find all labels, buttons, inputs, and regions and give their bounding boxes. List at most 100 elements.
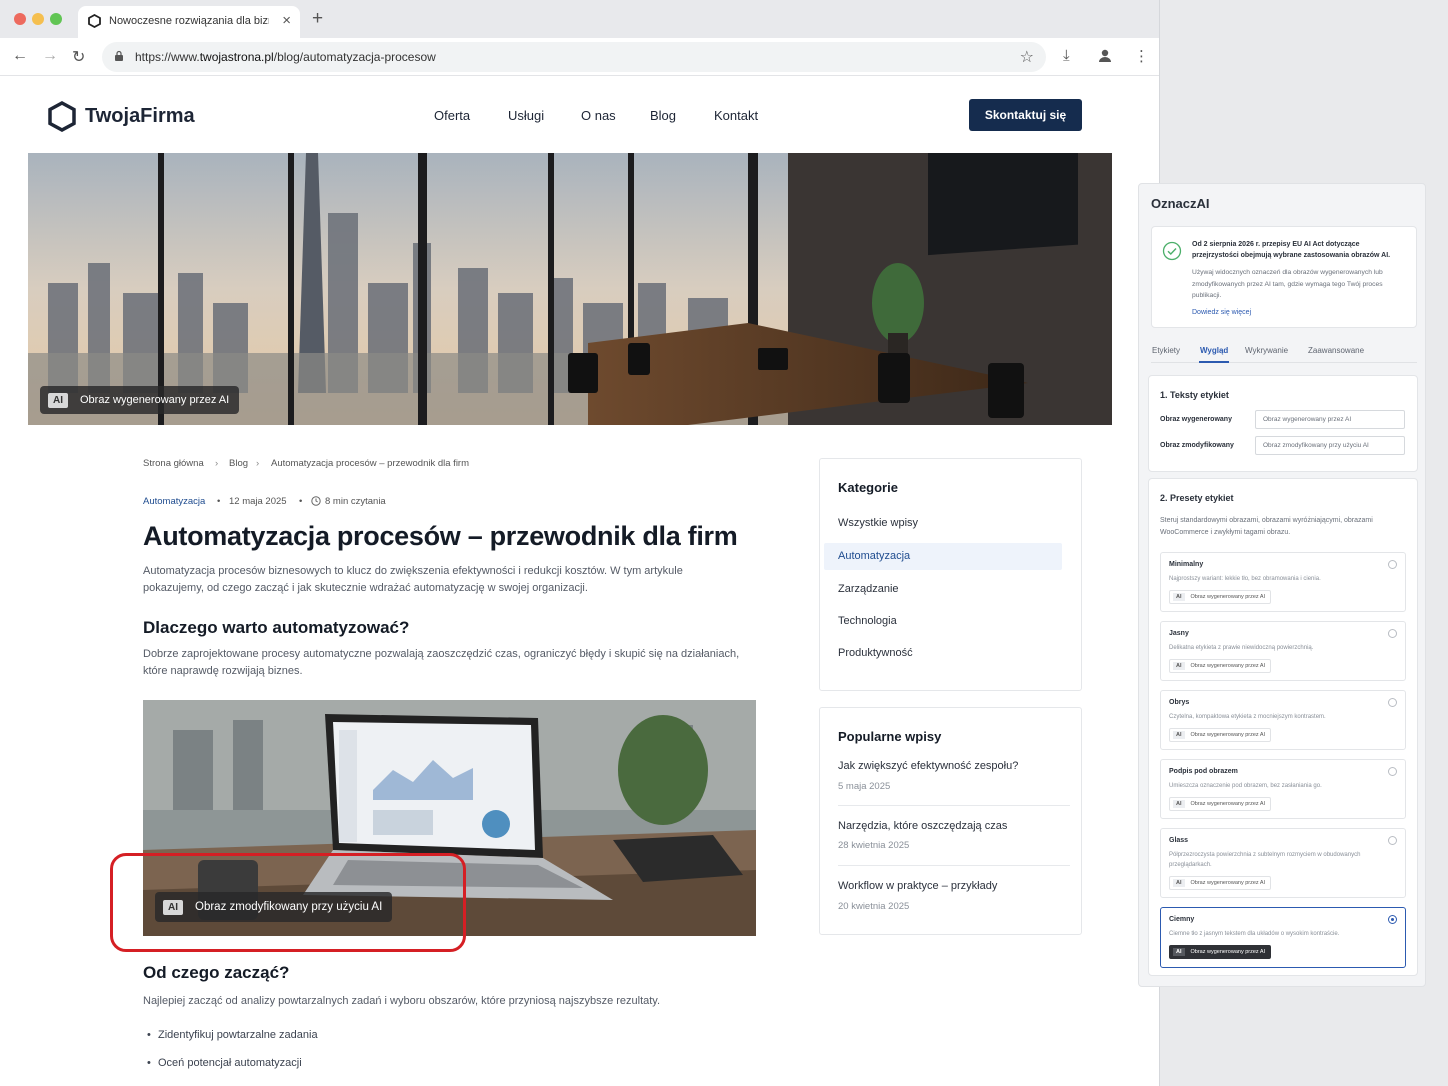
reload-icon[interactable]: ↻ bbox=[72, 47, 85, 67]
section-title: 2. Presety etykiet bbox=[1160, 493, 1234, 503]
close-window-button[interactable] bbox=[14, 13, 26, 25]
article-date: 12 maja 2025 bbox=[229, 496, 287, 507]
tab-title: Nowoczesne rozwiązania dla biznesu bbox=[109, 15, 269, 27]
divider bbox=[838, 865, 1070, 866]
browser-tab[interactable]: Nowoczesne rozwiązania dla biznesu × bbox=[78, 6, 300, 38]
clock-icon bbox=[311, 496, 321, 506]
highlight-annotation bbox=[110, 853, 466, 952]
popular-post-title[interactable]: Workflow w praktyce – przykłady bbox=[838, 880, 997, 892]
modified-text-input[interactable]: Obraz zmodyfikowany przy użyciu AI bbox=[1255, 436, 1405, 455]
preset-description: Ciemne tło z jasnym tekstem dla układów … bbox=[1169, 931, 1340, 937]
preset-description: Półprzezroczysta powierzchnia z subtelny… bbox=[1169, 852, 1361, 868]
breadcrumb-separator: › bbox=[215, 458, 219, 469]
new-tab-icon[interactable]: + bbox=[312, 8, 323, 30]
more-menu-icon[interactable]: ⋮ bbox=[1134, 47, 1149, 65]
active-tab-indicator bbox=[1199, 361, 1229, 363]
article-lead: Automatyzacja procesów biznesowych to kl… bbox=[143, 565, 683, 594]
category-item[interactable]: Produktywność bbox=[838, 647, 913, 659]
eu-ai-act-notice: Od 2 sierpnia 2026 r. przepisy EU AI Act… bbox=[1151, 226, 1417, 328]
notice-text: Używaj widocznych oznaczeń dla obrazów w… bbox=[1192, 269, 1383, 299]
address-bar[interactable]: https://www.twojastrona.pl/blog/automaty… bbox=[102, 42, 1046, 72]
category-item[interactable]: Zarządzanie bbox=[838, 583, 899, 595]
popular-post-title[interactable]: Narzędzia, które oszczędzają czas bbox=[838, 820, 1007, 832]
back-arrow-icon[interactable]: ← bbox=[12, 47, 28, 65]
nav-blog[interactable]: Blog bbox=[650, 108, 676, 123]
preset-radio[interactable] bbox=[1388, 767, 1397, 776]
preset-radio[interactable] bbox=[1388, 629, 1397, 638]
tab-zaawansowane[interactable]: Zaawansowane bbox=[1308, 346, 1364, 355]
popular-post-title[interactable]: Jak zwiększyć efektywność zespołu? bbox=[838, 760, 1018, 772]
section-heading-why: Dlaczego warto automatyzować? bbox=[143, 618, 410, 637]
breadcrumb-current: Automatyzacja procesów – przewodnik dla … bbox=[271, 458, 470, 469]
minimize-window-button[interactable] bbox=[32, 13, 44, 25]
preset-radio[interactable] bbox=[1388, 698, 1397, 707]
preset-card[interactable]: Jasny Delikatna etykieta z prawie niewid… bbox=[1160, 621, 1406, 681]
browser-toolbar: ← → ↻ https://www.twojastrona.pl/blog/au… bbox=[0, 38, 1159, 76]
logo-icon[interactable] bbox=[48, 101, 76, 132]
preset-badge-preview: AI Obraz wygenerowany przez AI bbox=[1169, 590, 1272, 604]
hero-illustration bbox=[28, 153, 1112, 425]
browser-window: Nowoczesne rozwiązania dla biznesu × + ←… bbox=[0, 0, 1160, 1086]
categories-card: Kategorie Wszystkie wpisy Automatyzacja … bbox=[819, 458, 1082, 691]
preset-badge-preview: AI Obraz wygenerowany przez AI bbox=[1169, 659, 1272, 673]
breadcrumb-blog[interactable]: Blog bbox=[229, 458, 248, 469]
preset-description: Delikatna etykieta z prawie niewidoczną … bbox=[1169, 645, 1314, 651]
preset-name: Minimalny bbox=[1169, 561, 1204, 568]
generated-text-input[interactable]: Obraz wygenerowany przez AI bbox=[1255, 410, 1405, 429]
article-title: Automatyzacja procesów – przewodnik dla … bbox=[143, 521, 738, 551]
preset-description: Najprostszy wariant: lekkie tło, bez obr… bbox=[1169, 576, 1321, 582]
category-item-active[interactable]: Automatyzacja bbox=[838, 550, 910, 562]
logo-text[interactable]: TwojaFirma bbox=[85, 105, 195, 128]
nav-oferta[interactable]: Oferta bbox=[434, 108, 470, 123]
tab-wyglad[interactable]: Wygląd bbox=[1200, 346, 1228, 355]
preset-card[interactable]: Minimalny Najprostszy wariant: lekkie tł… bbox=[1160, 552, 1406, 612]
generated-label: Obraz wygenerowany bbox=[1160, 416, 1232, 423]
ai-generated-badge: AI Obraz wygenerowany przez AI bbox=[40, 386, 240, 414]
categories-title: Kategorie bbox=[838, 480, 898, 495]
preset-description: Umieszcza oznaczenie pod obrazem, bez za… bbox=[1169, 783, 1322, 789]
popular-post-date: 28 kwietnia 2025 bbox=[838, 840, 910, 851]
profile-icon[interactable] bbox=[1097, 48, 1113, 64]
popular-post-date: 20 kwietnia 2025 bbox=[838, 901, 910, 912]
download-icon[interactable]: ⤓ bbox=[1063, 47, 1070, 64]
url-text: https://www.twojastrona.pl/blog/automaty… bbox=[135, 50, 436, 64]
popular-posts-card: Popularne wpisy Jak zwiększyć efektywnoś… bbox=[819, 707, 1082, 935]
tab-etykiety[interactable]: Etykiety bbox=[1152, 346, 1180, 355]
nav-kontakt[interactable]: Kontakt bbox=[714, 108, 758, 123]
breadcrumb-home[interactable]: Strona główna bbox=[143, 458, 204, 469]
hero-image: AI Obraz wygenerowany przez AI bbox=[28, 153, 1112, 425]
section-title: 1. Teksty etykiet bbox=[1160, 390, 1229, 400]
maximize-window-button[interactable] bbox=[50, 13, 62, 25]
preset-card-selected[interactable]: Ciemny Ciemne tło z jasnym tekstem dla u… bbox=[1160, 907, 1406, 968]
contact-button[interactable]: Skontaktuj się bbox=[969, 99, 1082, 131]
preset-radio[interactable] bbox=[1388, 560, 1397, 569]
nav-uslugi[interactable]: Usługi bbox=[508, 108, 544, 123]
preset-name: Podpis pod obrazem bbox=[1169, 768, 1238, 775]
tab-close-icon[interactable]: × bbox=[282, 12, 291, 29]
preset-card[interactable]: Glass Półprzezroczysta powierzchnia z su… bbox=[1160, 828, 1406, 898]
preset-name: Ciemny bbox=[1169, 916, 1195, 923]
preset-name: Glass bbox=[1169, 837, 1189, 844]
tab-wykrywanie[interactable]: Wykrywanie bbox=[1245, 346, 1288, 355]
article-category-link[interactable]: Automatyzacja bbox=[143, 496, 205, 507]
ai-badge-text: Obraz wygenerowany przez AI bbox=[80, 394, 230, 406]
tabs-divider bbox=[1151, 362, 1417, 363]
learn-more-link[interactable]: Dowiedz się więcej bbox=[1192, 309, 1251, 316]
preset-radio-selected[interactable] bbox=[1388, 915, 1397, 924]
bookmark-star-icon[interactable]: ☆ bbox=[1020, 47, 1034, 67]
preset-badge-preview: AI Obraz wygenerowany przez AI bbox=[1169, 797, 1272, 811]
meta-dot: • bbox=[299, 496, 303, 507]
preset-card[interactable]: Podpis pod obrazem Umieszcza oznaczenie … bbox=[1160, 759, 1406, 819]
preset-card[interactable]: Obrys Czytelna, kompaktowa etykieta z mo… bbox=[1160, 690, 1406, 750]
breadcrumb-separator: › bbox=[256, 458, 260, 469]
notice-heading: Od 2 sierpnia 2026 r. przepisy EU AI Act… bbox=[1192, 241, 1391, 259]
lock-icon bbox=[115, 50, 123, 61]
forward-arrow-icon[interactable]: → bbox=[42, 47, 58, 65]
category-item[interactable]: Wszystkie wpisy bbox=[838, 517, 918, 529]
preset-radio[interactable] bbox=[1388, 836, 1397, 845]
modified-label: Obraz zmodyfikowany bbox=[1160, 442, 1234, 449]
popular-post-date: 5 maja 2025 bbox=[838, 781, 891, 792]
label-texts-section: 1. Teksty etykiet Obraz wygenerowany Obr… bbox=[1148, 375, 1418, 472]
nav-o-nas[interactable]: O nas bbox=[581, 108, 616, 123]
category-item[interactable]: Technologia bbox=[838, 615, 897, 627]
